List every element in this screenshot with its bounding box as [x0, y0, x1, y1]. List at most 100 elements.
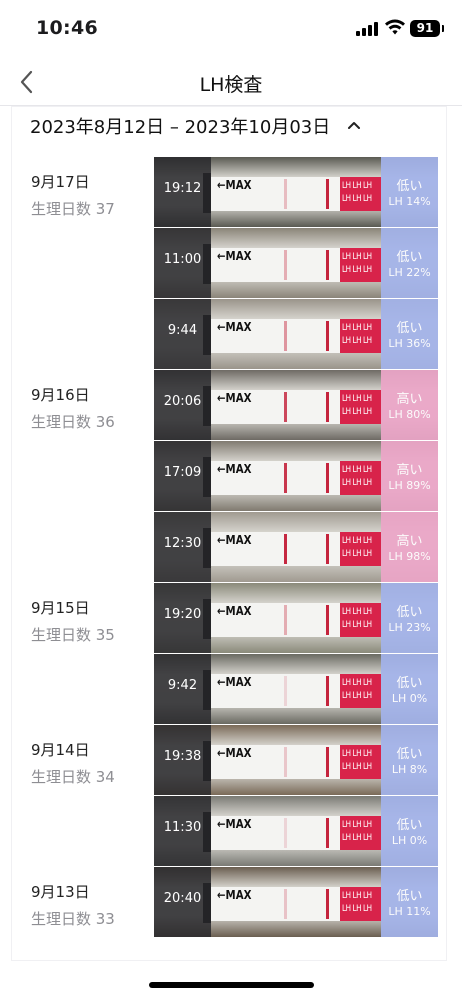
test-line	[284, 818, 287, 848]
test-time: 9:42	[167, 678, 198, 693]
lh-test-history[interactable]: 2023年8月12日 – 2023年10月03日 9月17日 生理日数 37 9…	[12, 107, 446, 960]
lh-band: LH LH LH LH LH LH	[340, 532, 381, 566]
strip-max-label: ←MAX	[217, 391, 252, 405]
test-strip-row[interactable]: ←MAX LH LH LH LH LH LH 11:00 低い LH 22%	[154, 228, 438, 298]
lh-band-label: LH LH LH LH LH LH	[342, 607, 372, 630]
result-panel: 高い LH 98%	[381, 512, 438, 582]
control-line	[326, 605, 329, 635]
test-strip-row[interactable]: ←MAX LH LH LH LH LH LH 9:42 低い LH 0%	[154, 654, 438, 724]
test-time: 19:12	[163, 181, 202, 196]
nav-bar: LH検査	[0, 58, 462, 106]
control-line	[326, 747, 329, 777]
test-line	[284, 463, 287, 493]
status-bar: 10:46 91	[0, 0, 462, 58]
status-time: 10:46	[36, 17, 98, 39]
date-range-text: 2023年8月12日 – 2023年10月03日	[30, 117, 331, 138]
strip-max-label: ←MAX	[217, 675, 252, 689]
test-strip-row[interactable]: ←MAX LH LH LH LH LH LH 19:38 低い LH 8%	[154, 725, 438, 795]
control-line	[326, 321, 329, 351]
result-level: 低い	[396, 889, 423, 904]
result-panel: 低い LH 14%	[381, 157, 438, 227]
wifi-icon	[385, 19, 405, 35]
result-level: 低い	[396, 676, 423, 691]
chevron-up-icon[interactable]	[344, 115, 364, 135]
test-line	[284, 250, 287, 280]
control-line	[326, 676, 329, 706]
test-time: 11:00	[163, 252, 202, 267]
day-group-label: 9月14日 生理日数 34	[31, 739, 161, 787]
day-group-label: 9月15日 生理日数 35	[31, 597, 161, 645]
lh-band: LH LH LH LH LH LH	[340, 177, 381, 211]
result-lh-percent: LH 8%	[391, 763, 428, 776]
battery-icon: 91	[410, 20, 444, 37]
result-level: 低い	[396, 250, 423, 265]
test-time: 12:30	[163, 536, 202, 551]
date-range-header[interactable]: 2023年8月12日 – 2023年10月03日	[12, 107, 446, 147]
day-group-label: 9月16日 生理日数 36	[31, 384, 161, 432]
result-panel: 低い LH 8%	[381, 725, 438, 795]
test-time: 17:09	[163, 465, 202, 480]
strip-max-label: ←MAX	[217, 604, 252, 618]
strip-time-panel: 20:40	[154, 867, 211, 937]
lh-band: LH LH LH LH LH LH	[340, 461, 381, 495]
day-date: 9月17日	[31, 173, 90, 191]
lh-band-label: LH LH LH LH LH LH	[342, 323, 372, 346]
result-panel: 低い LH 11%	[381, 867, 438, 937]
lh-band-label: LH LH LH LH LH LH	[342, 678, 372, 701]
strip-time-panel: 11:00	[154, 228, 211, 298]
lh-band-label: LH LH LH LH LH LH	[342, 252, 372, 275]
result-level: 低い	[396, 747, 423, 762]
result-level: 低い	[396, 321, 423, 336]
cycle-day: 生理日数 33	[31, 910, 115, 928]
test-time: 20:06	[163, 394, 202, 409]
test-strip-row[interactable]: ←MAX LH LH LH LH LH LH 19:20 低い LH 23%	[154, 583, 438, 653]
strip-max-label: ←MAX	[217, 320, 252, 334]
result-panel: 低い LH 23%	[381, 583, 438, 653]
control-line	[326, 392, 329, 422]
test-line	[284, 605, 287, 635]
strip-max-label: ←MAX	[217, 178, 252, 192]
page-title: LH検査	[199, 74, 263, 96]
result-lh-percent: LH 23%	[388, 621, 431, 634]
control-line	[326, 889, 329, 919]
result-panel: 高い LH 89%	[381, 441, 438, 511]
test-strip-row[interactable]: ←MAX LH LH LH LH LH LH 20:06 高い LH 80%	[154, 370, 438, 440]
test-time: 11:30	[163, 820, 202, 835]
strip-time-panel: 9:42	[154, 654, 211, 724]
test-line	[284, 179, 287, 209]
strip-time-panel: 12:30	[154, 512, 211, 582]
control-line	[326, 463, 329, 493]
day-date: 9月14日	[31, 741, 90, 759]
strip-max-label: ←MAX	[217, 888, 252, 902]
day-group-label: 9月17日 生理日数 37	[31, 171, 161, 219]
test-time: 20:40	[163, 891, 202, 906]
test-strip-row[interactable]: ←MAX LH LH LH LH LH LH 17:09 高い LH 89%	[154, 441, 438, 511]
strip-max-label: ←MAX	[217, 249, 252, 263]
cycle-day: 生理日数 36	[31, 413, 115, 431]
lh-band: LH LH LH LH LH LH	[340, 248, 381, 282]
result-panel: 低い LH 0%	[381, 654, 438, 724]
test-strip-row[interactable]: ←MAX LH LH LH LH LH LH 12:30 高い LH 98%	[154, 512, 438, 582]
lh-band: LH LH LH LH LH LH	[340, 674, 381, 708]
lh-band-label: LH LH LH LH LH LH	[342, 394, 372, 417]
test-line	[284, 676, 287, 706]
test-strip-row[interactable]: ←MAX LH LH LH LH LH LH 20:40 低い LH 11%	[154, 867, 438, 937]
strip-max-label: ←MAX	[217, 462, 252, 476]
lh-band: LH LH LH LH LH LH	[340, 319, 381, 353]
test-time: 9:44	[167, 323, 198, 338]
result-lh-percent: LH 89%	[388, 479, 431, 492]
lh-band-label: LH LH LH LH LH LH	[342, 891, 372, 914]
test-strip-row[interactable]: ←MAX LH LH LH LH LH LH 9:44 低い LH 36%	[154, 299, 438, 369]
cycle-day: 生理日数 35	[31, 626, 115, 644]
result-panel: 低い LH 0%	[381, 796, 438, 866]
day-date: 9月13日	[31, 883, 90, 901]
day-group-label: 9月13日 生理日数 33	[31, 881, 161, 929]
strip-max-label: ←MAX	[217, 817, 252, 831]
result-panel: 高い LH 80%	[381, 370, 438, 440]
control-line	[326, 534, 329, 564]
test-strip-row[interactable]: ←MAX LH LH LH LH LH LH 11:30 低い LH 0%	[154, 796, 438, 866]
lh-band-label: LH LH LH LH LH LH	[342, 181, 372, 204]
lh-band: LH LH LH LH LH LH	[340, 603, 381, 637]
test-strip-row[interactable]: ←MAX LH LH LH LH LH LH 19:12 低い LH 14%	[154, 157, 438, 227]
result-level: 低い	[396, 818, 423, 833]
